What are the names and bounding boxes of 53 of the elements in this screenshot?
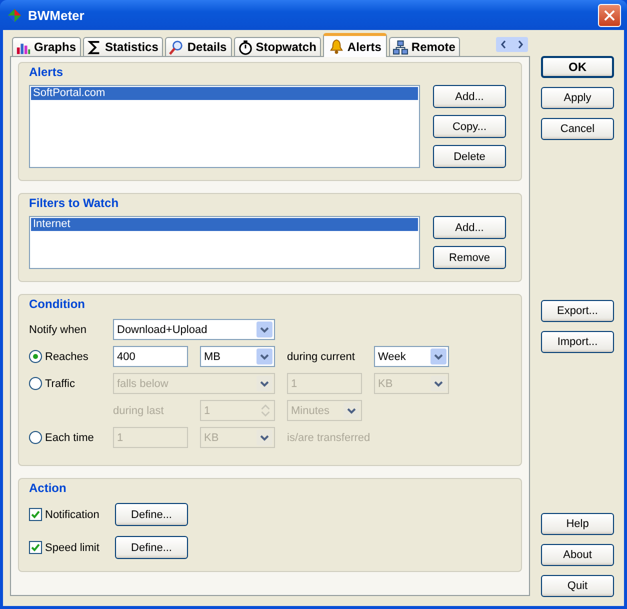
field-label: during current	[287, 350, 356, 362]
group-title: Filters to Watch	[29, 196, 120, 211]
field-label: Notify when	[29, 324, 88, 336]
remove-button[interactable]: Remove	[433, 246, 506, 269]
list-item[interactable]: Internet	[31, 218, 418, 231]
dropdown[interactable]: Download+Upload	[113, 319, 275, 340]
bell-icon	[329, 39, 344, 54]
group-title: Action	[29, 481, 68, 496]
cancel-button[interactable]: Cancel	[541, 118, 614, 140]
tab[interactable]: Stopwatch	[234, 37, 322, 56]
checkbox-label: Notification	[45, 508, 100, 520]
quit-button[interactable]: Quit	[541, 575, 614, 597]
help-button[interactable]: Help	[541, 513, 614, 535]
magnifier-icon	[169, 40, 184, 54]
stopwatch-icon	[238, 40, 253, 54]
add-button[interactable]: Add...	[433, 216, 506, 239]
copy-button[interactable]: Copy...	[433, 115, 506, 138]
text-field[interactable]: 400	[113, 346, 188, 367]
option-label: Each time	[45, 432, 94, 444]
group-title: Alerts	[29, 65, 64, 80]
radio-button[interactable]	[29, 350, 42, 363]
export-button[interactable]: Export...	[541, 300, 614, 322]
checkbox-label: Speed limit	[45, 542, 100, 554]
app-logo-icon	[7, 8, 22, 22]
apply-button[interactable]: Apply	[541, 87, 614, 109]
define-button[interactable]: Define...	[115, 536, 188, 559]
network-icon	[393, 40, 408, 54]
checkbox[interactable]	[29, 541, 42, 554]
add-button[interactable]: Add...	[433, 85, 506, 108]
option-label: Traffic	[45, 378, 75, 390]
option-label: Reaches	[45, 350, 88, 362]
about-button[interactable]: About	[541, 544, 614, 566]
tab[interactable]: Details	[165, 37, 232, 56]
tab[interactable]: Remote	[389, 37, 460, 56]
dropdown[interactable]: Week	[374, 346, 449, 367]
define-button[interactable]: Define...	[115, 503, 188, 526]
import-button[interactable]: Import...	[541, 331, 614, 353]
group-title: Condition	[29, 297, 86, 312]
ok-button[interactable]: OK	[541, 56, 614, 78]
list-item[interactable]: SoftPortal.com	[31, 87, 418, 100]
close-icon	[604, 10, 615, 20]
dropdown[interactable]: MB	[200, 346, 275, 367]
field-label: during last	[113, 404, 165, 416]
list-box[interactable]: Internet	[29, 216, 420, 269]
tab[interactable]: Graphs	[12, 37, 82, 56]
checkbox[interactable]	[29, 508, 42, 521]
close-button[interactable]	[598, 4, 621, 26]
window-title: BWMeter	[28, 8, 86, 22]
tab[interactable]: Statistics	[83, 37, 164, 56]
field-label: is/are transferred	[287, 432, 370, 444]
list-box[interactable]: SoftPortal.com	[29, 85, 420, 168]
delete-button[interactable]: Delete	[433, 145, 506, 168]
tab[interactable]: Alerts	[323, 33, 388, 57]
